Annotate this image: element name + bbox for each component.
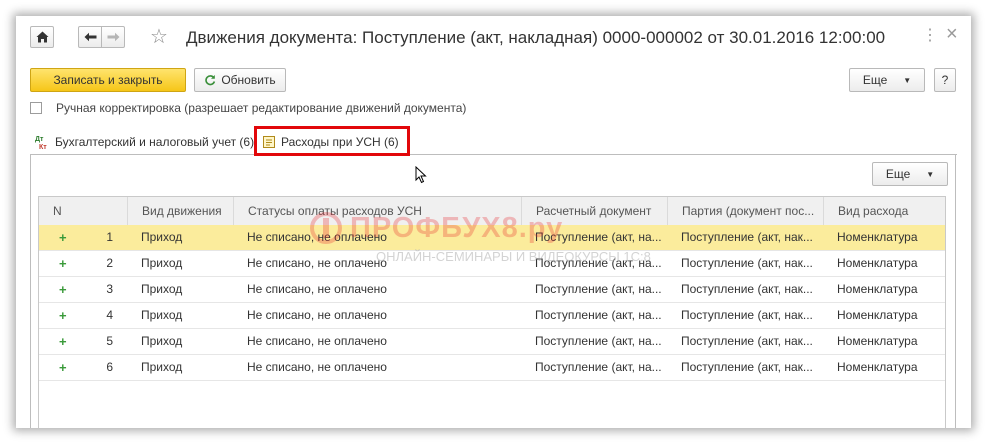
home-icon [36, 31, 48, 43]
column-header-batch[interactable]: Партия (документ пос... [667, 197, 823, 225]
tab-accounting-label: Бухгалтерский и налоговый учет (6) [55, 135, 255, 149]
arrow-left-icon [84, 32, 96, 42]
row-status: Не списано, не оплачено [247, 256, 387, 270]
row-number: 1 [106, 230, 113, 244]
row-batch: Поступление (акт, нак... [681, 334, 813, 348]
plus-icon: + [59, 282, 67, 297]
debit-credit-icon: Дт Кт [35, 136, 47, 150]
row-expense-kind: Номенклатура [837, 282, 918, 296]
plus-icon: + [59, 230, 67, 245]
tab-usn-expenses[interactable]: Расходы при УСН (6) [263, 130, 399, 154]
column-header-expense-kind[interactable]: Вид расхода [823, 197, 945, 225]
plus-icon: + [59, 360, 67, 375]
table-row[interactable]: + 1 Приход Не списано, не оплачено Посту… [39, 225, 945, 251]
row-status: Не списано, не оплачено [247, 230, 387, 244]
help-button[interactable]: ? [934, 68, 956, 92]
table-row[interactable]: + 6 Приход Не списано, не оплачено Посту… [39, 355, 945, 381]
row-kind: Приход [141, 256, 183, 270]
home-button[interactable] [30, 26, 54, 48]
row-document: Поступление (акт, на... [535, 256, 662, 270]
column-header-n[interactable]: N [39, 197, 127, 225]
svg-text:Кт: Кт [39, 144, 47, 150]
row-batch: Поступление (акт, нак... [681, 308, 813, 322]
row-expense-kind: Номенклатура [837, 308, 918, 322]
register-icon [263, 136, 275, 148]
row-kind: Приход [141, 230, 183, 244]
row-status: Не списано, не оплачено [247, 308, 387, 322]
mouse-cursor-icon [415, 166, 427, 184]
row-document: Поступление (акт, на... [535, 334, 662, 348]
movements-table[interactable]: N Вид движения Статусы оплаты расходов У… [38, 196, 946, 428]
tab-accounting[interactable]: Дт Кт Бухгалтерский и налоговый учет (6) [34, 130, 254, 154]
row-status: Не списано, не оплачено [247, 334, 387, 348]
row-kind: Приход [141, 360, 183, 374]
row-document: Поступление (акт, на... [535, 230, 662, 244]
column-header-document[interactable]: Расчетный документ [521, 197, 667, 225]
refresh-button[interactable]: Обновить [194, 68, 286, 92]
favorite-star-icon[interactable]: ☆ [150, 26, 168, 48]
window-title: Движения документа: Поступление (акт, на… [186, 28, 886, 47]
row-batch: Поступление (акт, нак... [681, 360, 813, 374]
row-document: Поступление (акт, на... [535, 282, 662, 296]
row-expense-kind: Номенклатура [837, 334, 918, 348]
column-header-kind[interactable]: Вид движения [127, 197, 233, 225]
dropdown-arrow-icon: ▼ [926, 169, 935, 179]
table-row[interactable]: + 3 Приход Не списано, не оплачено Посту… [39, 277, 945, 303]
row-expense-kind: Номенклатура [837, 230, 918, 244]
manual-correction-checkbox[interactable] [30, 102, 42, 114]
row-kind: Приход [141, 308, 183, 322]
plus-icon: + [59, 308, 67, 323]
table-row[interactable]: + 4 Приход Не списано, не оплачено Посту… [39, 303, 945, 329]
more-vertical-icon[interactable]: ⋮ [922, 26, 938, 46]
row-kind: Приход [141, 282, 183, 296]
more-label: Еще [862, 73, 888, 87]
tab-usn-expenses-label: Расходы при УСН (6) [281, 135, 399, 149]
row-number: 4 [106, 308, 113, 322]
row-document: Поступление (акт, на... [535, 308, 662, 322]
save-and-close-button[interactable]: Записать и закрыть [30, 68, 186, 92]
row-document: Поступление (акт, на... [535, 360, 662, 374]
row-number: 6 [106, 360, 113, 374]
row-batch: Поступление (акт, нак... [681, 256, 813, 270]
row-kind: Приход [141, 334, 183, 348]
dropdown-arrow-icon: ▼ [903, 75, 912, 85]
refresh-label: Обновить [221, 73, 276, 87]
manual-correction-label: Ручная корректировка (разрешает редактир… [56, 101, 467, 115]
watermark-logo-icon [310, 212, 342, 244]
column-header-status[interactable]: Статусы оплаты расходов УСН [233, 197, 521, 225]
back-button[interactable] [78, 26, 102, 48]
row-number: 3 [106, 282, 113, 296]
forward-button[interactable] [101, 26, 125, 48]
table-row[interactable]: + 2 Приход Не списано, не оплачено Посту… [39, 251, 945, 277]
arrow-right-icon [107, 32, 119, 42]
table-header: N Вид движения Статусы оплаты расходов У… [39, 197, 945, 226]
plus-icon: + [59, 334, 67, 349]
table-more-label: Еще [885, 167, 911, 181]
row-expense-kind: Номенклатура [837, 360, 918, 374]
close-icon[interactable]: × [946, 24, 958, 44]
row-batch: Поступление (акт, нак... [681, 230, 813, 244]
row-status: Не списано, не оплачено [247, 282, 387, 296]
row-expense-kind: Номенклатура [837, 256, 918, 270]
row-batch: Поступление (акт, нак... [681, 282, 813, 296]
table-more-button[interactable]: Еще ▼ [872, 162, 948, 186]
svg-text:Дт: Дт [35, 136, 44, 143]
row-status: Не списано, не оплачено [247, 360, 387, 374]
document-movements-window: ☆ Движения документа: Поступление (акт, … [16, 16, 971, 428]
table-row[interactable]: + 5 Приход Не списано, не оплачено Посту… [39, 329, 945, 355]
refresh-icon [205, 75, 216, 86]
plus-icon: + [59, 256, 67, 271]
row-number: 2 [106, 256, 113, 270]
row-number: 5 [106, 334, 113, 348]
more-button[interactable]: Еще ▼ [849, 68, 925, 92]
